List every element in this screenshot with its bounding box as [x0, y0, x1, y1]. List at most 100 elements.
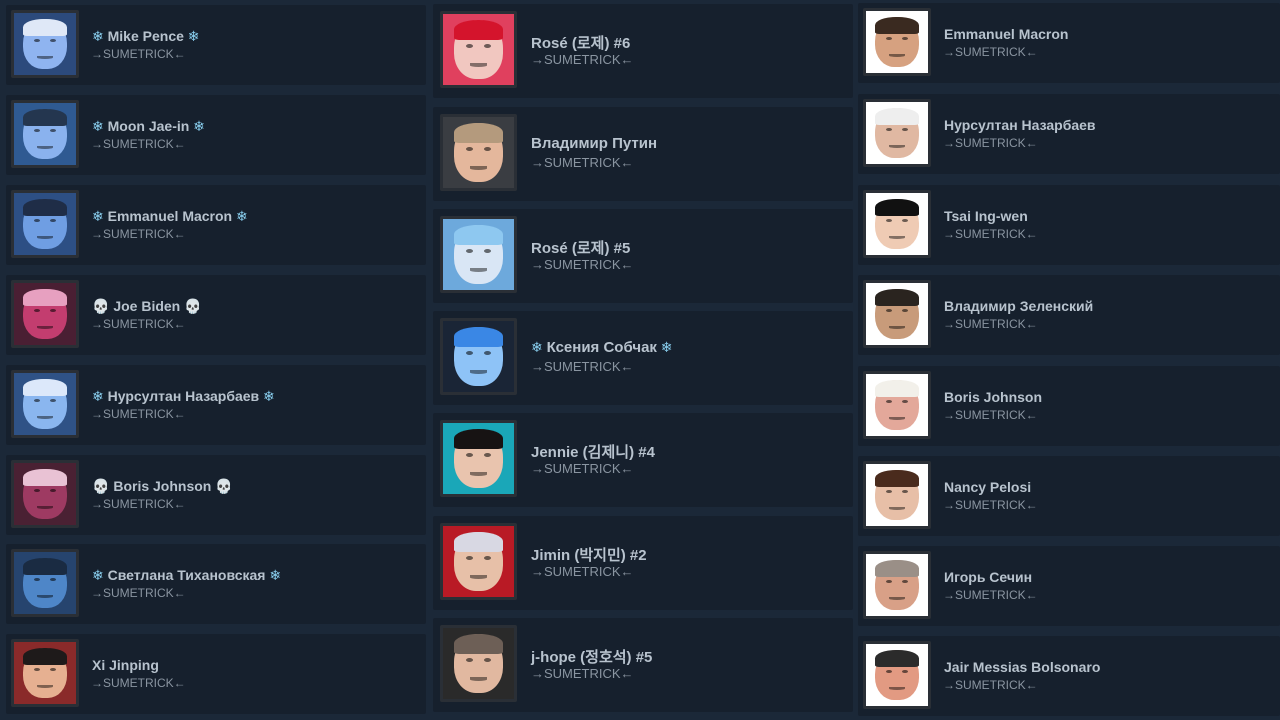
avatar-frame[interactable]: [863, 8, 931, 76]
profile-card[interactable]: ❄ Ксения Собчак ❄ →SUMETRICK←: [433, 311, 853, 405]
profile-name[interactable]: 💀 Boris Johnson 💀: [92, 478, 233, 495]
profile-card[interactable]: ❄ Emmanuel Macron ❄ →SUMETRICK←: [6, 185, 426, 265]
avatar-frame[interactable]: [440, 11, 517, 88]
avatar-frame[interactable]: [863, 461, 931, 529]
profile-name[interactable]: Jair Messias Bolsonaro: [944, 659, 1100, 675]
avatar-frame[interactable]: [863, 551, 931, 619]
profile-card[interactable]: ❄ Нурсултан Назарбаев ❄ →SUMETRICK←: [6, 365, 426, 445]
avatar-face: [875, 469, 919, 521]
avatar: [866, 283, 928, 345]
avatar-frame[interactable]: [440, 114, 517, 191]
profile-name[interactable]: Jimin (박지민) #2: [531, 544, 647, 565]
profile-name-label: Владимир Зеленский: [944, 298, 1094, 314]
avatar-hair: [23, 647, 67, 665]
profile-name[interactable]: Emmanuel Macron: [944, 26, 1068, 42]
profile-card[interactable]: Jair Messias Bolsonaro →SUMETRICK←: [858, 636, 1280, 716]
avatar-frame[interactable]: [440, 318, 517, 395]
profile-card[interactable]: Jennie (김제니) #4 →SUMETRICK←: [433, 413, 853, 507]
avatar: [14, 552, 76, 614]
avatar-frame[interactable]: [11, 190, 79, 258]
profile-subtitle: →SUMETRICK←: [943, 136, 1038, 150]
snowflake-icon: ❄: [183, 28, 200, 44]
avatar-frame[interactable]: [863, 641, 931, 709]
profile-card[interactable]: ❄ Moon Jae-in ❄ →SUMETRICK←: [6, 95, 426, 175]
avatar-frame[interactable]: [863, 99, 931, 167]
profile-card[interactable]: Rosé (로제) #6 →SUMETRICK←: [433, 4, 853, 98]
profile-name[interactable]: Нурсултан Назарбаев: [944, 117, 1096, 133]
profile-card[interactable]: Игорь Сечин →SUMETRICK←: [858, 546, 1280, 626]
profile-name[interactable]: ❄ Emmanuel Macron ❄: [92, 208, 248, 225]
avatar-mouth: [37, 506, 53, 510]
profile-card[interactable]: 💀 Boris Johnson 💀 →SUMETRICK←: [6, 455, 426, 535]
profile-name[interactable]: Boris Johnson: [944, 389, 1042, 405]
avatar-mouth: [889, 417, 905, 421]
avatar: [866, 464, 928, 526]
profile-name[interactable]: j-hope (정호석) #5: [531, 646, 652, 667]
avatar-mouth: [469, 472, 488, 476]
profile-card[interactable]: Jimin (박지민) #2 →SUMETRICK←: [433, 516, 853, 610]
profile-card[interactable]: Nancy Pelosi →SUMETRICK←: [858, 456, 1280, 536]
profile-name[interactable]: Владимир Зеленский: [944, 298, 1093, 314]
profile-card[interactable]: 💀 Joe Biden 💀 →SUMETRICK←: [6, 275, 426, 355]
avatar-hair: [453, 327, 504, 348]
profile-name[interactable]: 💀 Joe Biden 💀: [92, 298, 202, 315]
avatar-frame[interactable]: [11, 280, 79, 348]
skull-icon: 💀: [92, 478, 114, 494]
profile-name[interactable]: ❄ Нурсултан Назарбаев ❄: [92, 388, 275, 405]
profile-subtitle: →SUMETRICK←: [943, 498, 1038, 512]
avatar-face: [23, 108, 67, 160]
profile-name-label: Jimin (박지민) #2: [531, 547, 647, 564]
snowflake-icon: ❄: [656, 339, 673, 355]
avatar-frame[interactable]: [11, 100, 79, 168]
profile-name-label: Игорь Сечин: [944, 569, 1033, 585]
avatar-frame[interactable]: [11, 639, 79, 707]
profile-card[interactable]: Xi Jinping →SUMETRICK←: [6, 634, 426, 714]
profile-subtitle: →SUMETRICK←: [531, 52, 634, 67]
avatar-frame[interactable]: [440, 523, 517, 600]
profile-name[interactable]: Jennie (김제니) #4: [531, 441, 655, 462]
profile-card[interactable]: Emmanuel Macron →SUMETRICK←: [858, 3, 1280, 83]
avatar-frame[interactable]: [11, 460, 79, 528]
profile-name[interactable]: Rosé (로제) #5: [531, 237, 630, 258]
profile-name[interactable]: Rosé (로제) #6: [531, 32, 630, 53]
avatar-hair: [875, 649, 919, 667]
avatar-mouth: [889, 236, 905, 240]
avatar-frame[interactable]: [11, 549, 79, 617]
avatar-frame[interactable]: [440, 625, 517, 702]
profile-name[interactable]: ❄ Ксения Собчак ❄: [531, 339, 673, 356]
profile-subtitle: →SUMETRICK←: [531, 257, 634, 272]
avatar-frame[interactable]: [863, 371, 931, 439]
profile-card[interactable]: j-hope (정호석) #5 →SUMETRICK←: [433, 618, 853, 712]
profile-name[interactable]: Tsai Ing-wen: [944, 208, 1028, 224]
avatar-frame[interactable]: [863, 280, 931, 348]
profile-card[interactable]: Нурсултан Назарбаев →SUMETRICK←: [858, 94, 1280, 174]
avatar-mouth: [889, 145, 905, 149]
snowflake-icon: ❄: [531, 339, 547, 355]
profile-name[interactable]: ❄ Светлана Тихановская ❄: [92, 567, 281, 584]
avatar-frame[interactable]: [440, 216, 517, 293]
profile-card[interactable]: Boris Johnson →SUMETRICK←: [858, 366, 1280, 446]
profile-name[interactable]: ❄ Moon Jae-in ❄: [92, 118, 205, 135]
profile-name[interactable]: Игорь Сечин: [944, 569, 1032, 585]
avatar: [14, 463, 76, 525]
profile-card[interactable]: ❄ Светлана Тихановская ❄ →SUMETRICK←: [6, 544, 426, 624]
profile-card[interactable]: Владимир Путин →SUMETRICK←: [433, 107, 853, 201]
profile-name[interactable]: Владимир Путин: [531, 135, 657, 152]
profile-card[interactable]: Владимир Зеленский →SUMETRICK←: [858, 275, 1280, 355]
avatar-frame[interactable]: [440, 420, 517, 497]
avatar-frame[interactable]: [11, 370, 79, 438]
avatar-mouth: [469, 677, 488, 681]
profile-name[interactable]: Xi Jinping: [92, 657, 159, 673]
profile-card[interactable]: ❄ Mike Pence ❄ →SUMETRICK←: [6, 5, 426, 85]
snowflake-icon: ❄: [259, 388, 275, 404]
avatar-face: [453, 634, 504, 693]
avatar-mouth: [37, 685, 53, 689]
profile-name[interactable]: Nancy Pelosi: [944, 479, 1031, 495]
profile-name[interactable]: ❄ Mike Pence ❄: [92, 28, 200, 45]
avatar-face: [453, 327, 504, 386]
profile-card[interactable]: Rosé (로제) #5 →SUMETRICK←: [433, 209, 853, 303]
profile-card[interactable]: Tsai Ing-wen →SUMETRICK←: [858, 185, 1280, 265]
avatar-mouth: [469, 268, 488, 272]
avatar-frame[interactable]: [863, 190, 931, 258]
avatar-frame[interactable]: [11, 10, 79, 78]
